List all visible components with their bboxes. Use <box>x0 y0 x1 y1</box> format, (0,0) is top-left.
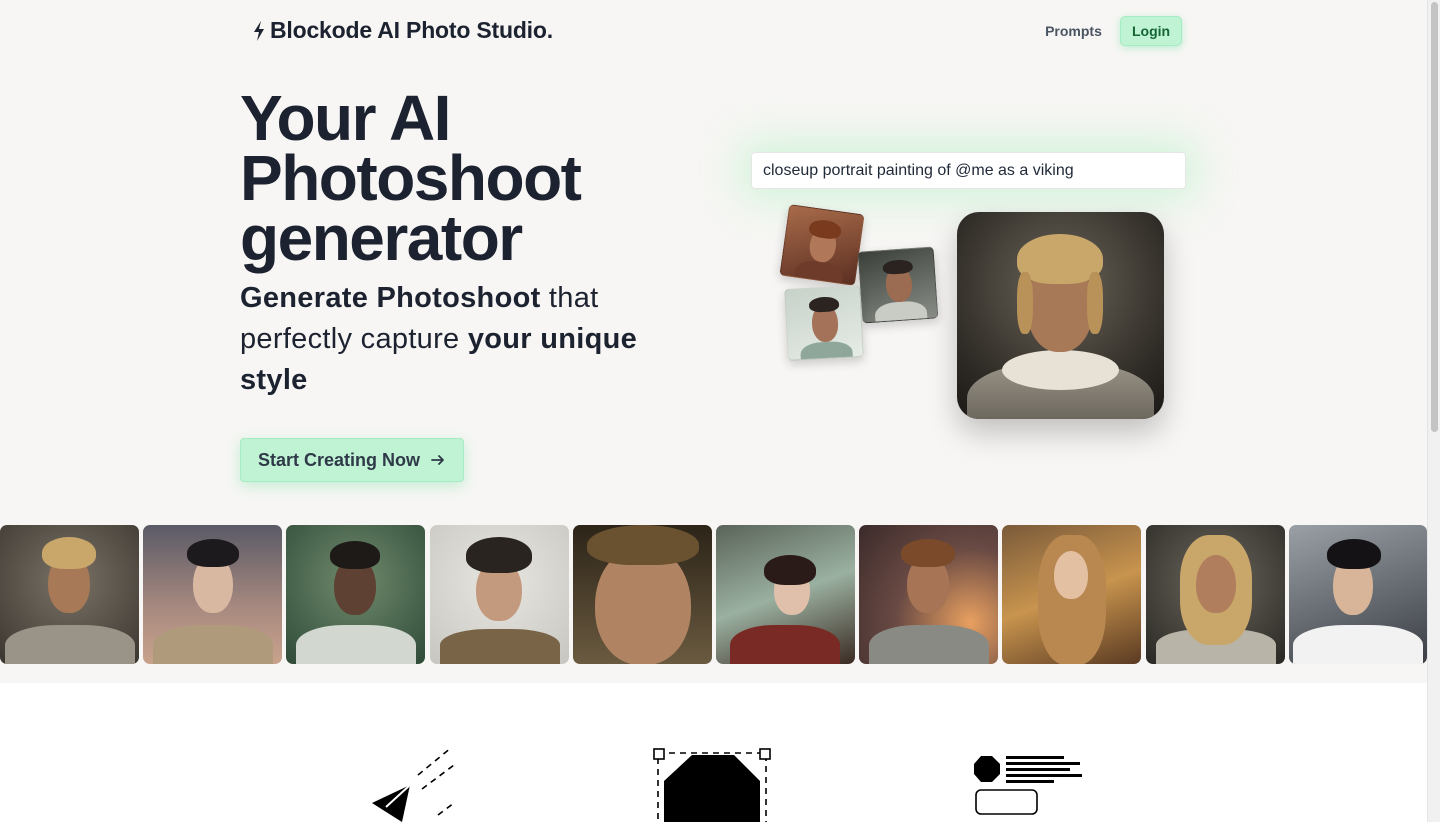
gallery-image[interactable] <box>1002 525 1141 664</box>
brand-logo[interactable]: Blockode AI Photo Studio. <box>252 17 553 44</box>
bolt-icon <box>254 20 264 41</box>
paper-plane-icon <box>372 746 455 822</box>
hero-subtitle: Generate Photoshoot that perfectly captu… <box>240 278 680 401</box>
subtitle-bold-1: Generate Photoshoot <box>240 282 541 314</box>
hero-title: Your AI Photoshoot generator <box>240 82 582 274</box>
octagon-selection-icon <box>653 748 771 822</box>
page-scrollbar[interactable] <box>1427 0 1440 822</box>
nav-prompts-link[interactable]: Prompts <box>1041 16 1106 46</box>
top-nav: Prompts Login <box>1041 16 1183 46</box>
page: Blockode AI Photo Studio. Prompts Login … <box>0 0 1427 822</box>
arrow-right-icon <box>431 455 444 465</box>
scrollbar-thumb[interactable] <box>1431 2 1438 432</box>
input-photo-1 <box>779 204 865 286</box>
brand-name: Blockode AI Photo Studio. <box>270 17 553 43</box>
gallery-image[interactable] <box>1146 525 1285 664</box>
gallery-image[interactable] <box>430 525 569 664</box>
example-gallery <box>0 525 1427 664</box>
login-button[interactable]: Login <box>1120 16 1183 46</box>
gallery-image[interactable] <box>0 525 139 664</box>
generated-portrait <box>957 212 1164 419</box>
input-photo-2 <box>857 246 939 324</box>
prompt-input[interactable] <box>751 152 1186 189</box>
cta-label: Start Creating Now <box>257 449 421 470</box>
gallery-image[interactable] <box>286 525 425 664</box>
gallery-image[interactable] <box>1289 525 1427 664</box>
gallery-image[interactable] <box>573 525 712 664</box>
gallery-image[interactable] <box>143 525 282 664</box>
gallery-image[interactable] <box>859 525 998 664</box>
gallery-image[interactable] <box>716 525 855 664</box>
layout-card-icon <box>974 756 1082 815</box>
input-photo-3 <box>784 285 864 361</box>
start-creating-button[interactable]: Start Creating Now <box>240 438 464 482</box>
